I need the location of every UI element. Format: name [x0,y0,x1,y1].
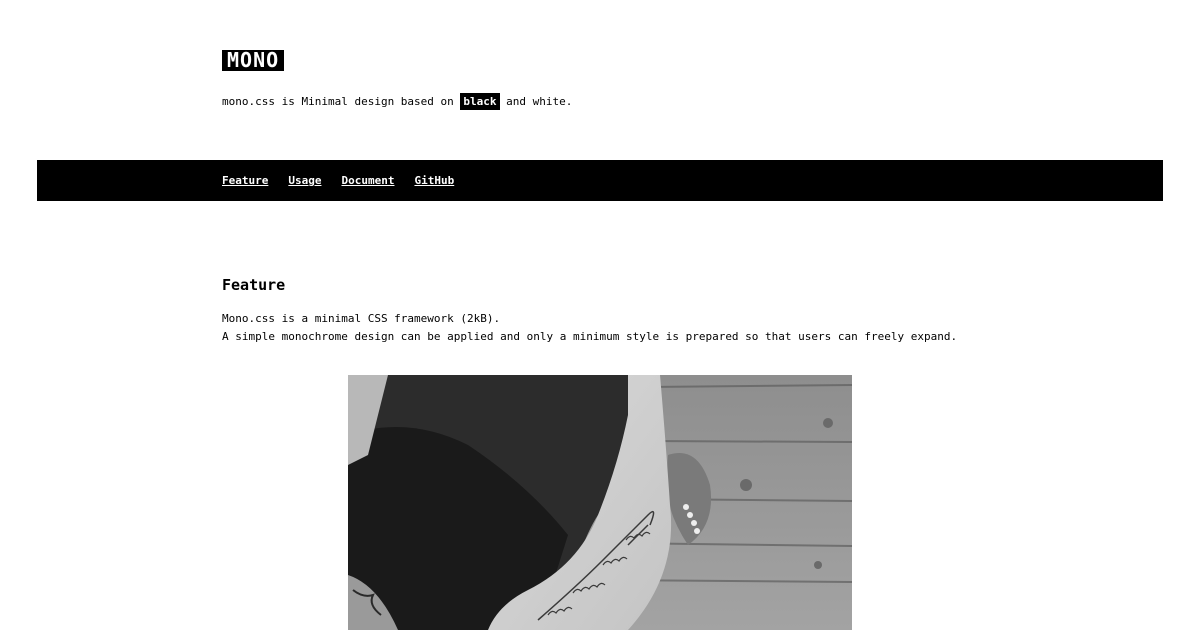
tagline-text-after: and white. [499,95,573,108]
feature-description-line-1: Mono.css is a minimal CSS framework (2kB… [222,312,501,325]
feature-description: Mono.css is a minimal CSS framework (2kB… [222,310,957,345]
nav-link-usage[interactable]: Usage [288,173,321,188]
tagline-highlight: black [460,93,500,110]
nav-link-github[interactable]: GitHub [414,173,454,188]
nav-link-document[interactable]: Document [341,173,394,188]
site-logo[interactable]: MONO [222,50,285,71]
nav-link-feature[interactable]: Feature [222,173,268,188]
nav-bar: Feature Usage Document GitHub [37,160,1163,201]
tagline-text-before: mono.css is Minimal design based on [222,95,461,108]
tagline: mono.css is Minimal design based on blac… [222,93,572,110]
nav-links: Feature Usage Document GitHub [222,173,454,188]
photo-illustration [348,375,852,630]
feature-description-line-2: A simple monochrome design can be applie… [222,329,958,343]
page: MONO mono.css is Minimal design based on… [0,0,1200,630]
feature-photo [348,375,852,630]
feature-heading: Feature [222,276,286,294]
